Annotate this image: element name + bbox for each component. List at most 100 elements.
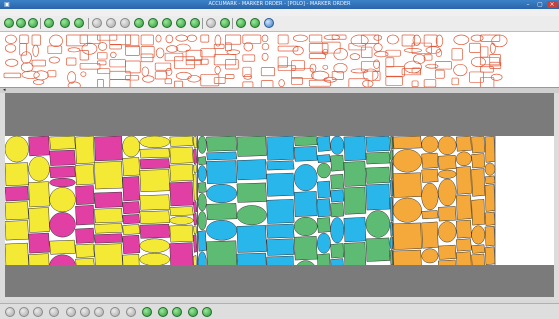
preview-piece[interactable] (373, 43, 383, 52)
marker-piece[interactable] (316, 180, 331, 199)
preview-piece[interactable] (19, 43, 27, 56)
preview-piece[interactable] (200, 74, 220, 87)
marker-piece[interactable] (4, 201, 29, 221)
marker-piece[interactable] (421, 221, 439, 249)
marker-piece[interactable] (389, 221, 394, 237)
marker-piece[interactable] (75, 185, 95, 206)
marker-piece[interactable] (437, 135, 457, 156)
flip-icon[interactable] (176, 18, 186, 28)
preview-piece[interactable] (47, 70, 57, 78)
marker-piece[interactable] (343, 135, 367, 162)
preview-piece[interactable] (261, 52, 269, 61)
preview-piece[interactable] (489, 54, 501, 67)
marker-piece[interactable] (236, 225, 267, 253)
zoom-fit-icon[interactable] (66, 307, 76, 317)
preview-piece[interactable] (385, 76, 403, 86)
marker-piece[interactable] (206, 240, 238, 267)
zoom-in-icon[interactable] (106, 18, 116, 28)
marker-piece[interactable] (392, 172, 422, 198)
preview-piece[interactable] (164, 78, 172, 85)
marker-piece[interactable] (192, 200, 198, 214)
preview-piece[interactable] (165, 34, 174, 44)
preview-piece[interactable] (242, 54, 256, 62)
preview-piece[interactable] (174, 56, 195, 69)
marker-piece[interactable] (206, 219, 238, 241)
marker-piece[interactable] (28, 181, 50, 208)
marker-piece[interactable] (206, 151, 238, 161)
marker-piece[interactable] (49, 212, 76, 238)
marker-piece[interactable] (28, 207, 50, 233)
preview-piece[interactable] (242, 34, 262, 44)
marker-piece[interactable] (197, 193, 207, 212)
marker-piece[interactable] (206, 203, 238, 220)
layout-icon[interactable] (250, 18, 260, 28)
marker-piece[interactable] (392, 197, 422, 223)
preview-piece[interactable] (385, 66, 405, 77)
preview-piece[interactable] (277, 45, 299, 52)
preview-piece[interactable] (155, 47, 165, 59)
marker-piece[interactable] (316, 217, 331, 233)
marker-piece[interactable] (197, 211, 207, 231)
marker-piece[interactable] (365, 210, 391, 238)
marker-piece[interactable] (197, 182, 207, 194)
marker-piece[interactable] (206, 183, 238, 204)
preview-piece[interactable] (470, 34, 484, 42)
marker-piece[interactable] (122, 157, 141, 177)
marker-piece[interactable] (236, 135, 267, 157)
preview-piece[interactable] (261, 42, 270, 51)
snap-icon[interactable] (220, 18, 230, 28)
marker-piece[interactable] (343, 242, 367, 268)
close-icon[interactable]: × (547, 1, 557, 8)
marker-piece[interactable] (169, 146, 194, 164)
marker-piece[interactable] (330, 217, 345, 244)
marker-piece[interactable] (389, 179, 394, 197)
marker-piece[interactable] (169, 163, 194, 182)
preview-piece[interactable] (125, 45, 140, 56)
preview-piece[interactable] (79, 62, 101, 70)
marker-piece[interactable] (421, 248, 439, 264)
marker-piece[interactable] (122, 253, 141, 282)
marker-piece[interactable] (317, 232, 331, 254)
marker-piece[interactable] (122, 135, 141, 158)
preview-piece[interactable] (224, 59, 239, 70)
rotate-icon[interactable] (162, 18, 172, 28)
preview-piece[interactable] (278, 79, 285, 88)
marker-piece[interactable] (392, 222, 422, 250)
marker-piece[interactable] (343, 186, 367, 215)
marker-piece[interactable] (266, 255, 295, 285)
maximize-icon[interactable]: ▢ (535, 1, 545, 8)
preview-piece[interactable] (292, 34, 308, 42)
marker-piece[interactable] (197, 165, 207, 183)
marker-piece[interactable] (4, 135, 29, 163)
marker-piece[interactable] (389, 149, 394, 162)
marker-piece[interactable] (236, 182, 267, 203)
preview-piece[interactable] (5, 58, 19, 67)
preview-piece[interactable] (308, 34, 323, 43)
marker-piece[interactable] (437, 206, 457, 222)
marker-piece[interactable] (236, 205, 267, 226)
marker-piece[interactable] (49, 165, 76, 178)
marker-piece[interactable] (471, 244, 486, 254)
marker-piece[interactable] (392, 149, 422, 173)
marker-piece[interactable] (192, 148, 198, 165)
marker-piece[interactable] (293, 235, 318, 261)
marker-piece[interactable] (421, 210, 439, 220)
preview-piece[interactable] (360, 34, 379, 44)
preview-piece[interactable] (453, 63, 468, 77)
preview-piece[interactable] (308, 79, 331, 87)
marker-piece[interactable] (455, 166, 472, 195)
preview-piece[interactable] (140, 46, 155, 58)
marker-piece[interactable] (139, 135, 171, 149)
marker-piece[interactable] (437, 178, 457, 207)
move-icon[interactable] (148, 18, 158, 28)
marker-piece[interactable] (330, 154, 345, 172)
marker-piece[interactable] (455, 194, 472, 220)
marker-piece[interactable] (236, 159, 267, 181)
marker-piece[interactable] (266, 223, 295, 239)
preview-piece[interactable] (489, 61, 502, 69)
layer-icon[interactable] (142, 307, 152, 317)
marker-piece[interactable] (471, 199, 486, 226)
preview-piece[interactable] (175, 71, 192, 80)
marker-piece[interactable] (484, 184, 496, 212)
marker-piece[interactable] (293, 191, 318, 217)
